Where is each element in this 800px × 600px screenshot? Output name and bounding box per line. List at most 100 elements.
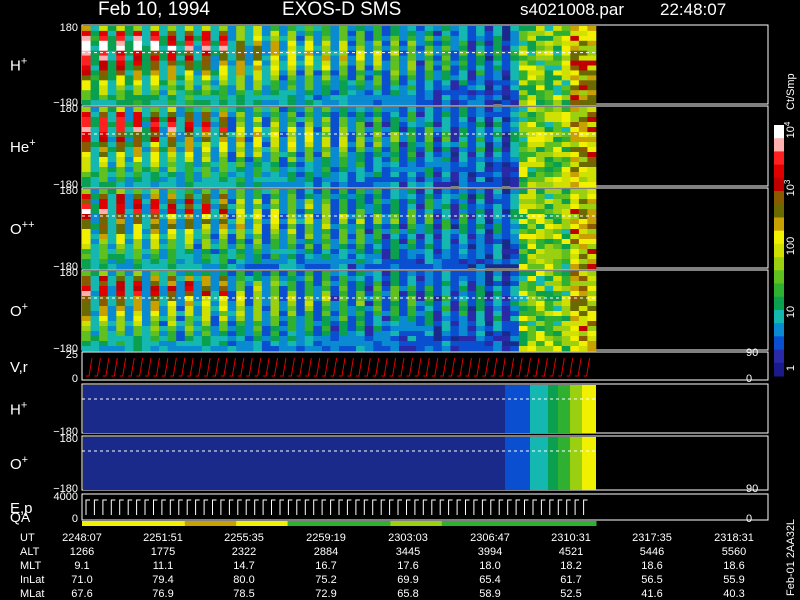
spectrogram-cell [261, 306, 271, 312]
spectrogram-cell [287, 219, 297, 225]
spectrogram-cell [253, 127, 263, 133]
spectrogram-cell [476, 80, 485, 86]
spectrogram-cell [484, 326, 494, 332]
spectrogram-cell [99, 117, 108, 123]
spectrogram-cell [107, 281, 117, 287]
panel-label-sup: + [21, 400, 27, 412]
spectrogram-cell [116, 182, 126, 188]
spectrogram-cell [330, 95, 340, 101]
spectrogram-cell [424, 117, 434, 123]
spectrogram-cell [219, 70, 228, 76]
spectrogram-cell [561, 194, 571, 200]
spectrogram-cell [82, 271, 91, 277]
spectrogram-cell [364, 204, 374, 210]
spectrogram-cell [390, 107, 400, 113]
spectrogram-cell [536, 107, 545, 113]
spectrogram-cell [518, 264, 528, 270]
spectrogram-cell [399, 100, 408, 106]
spectrogram-cell [133, 199, 143, 205]
spectrogram-cell [381, 276, 391, 282]
spectrogram-cell [536, 296, 545, 302]
spectrogram-cell [330, 291, 340, 297]
spectrogram-cell [381, 95, 391, 101]
spectrogram-cell [330, 229, 340, 235]
spectrogram-cell [287, 229, 297, 235]
spectrogram-cell [261, 244, 271, 250]
spectrogram-cell [536, 117, 545, 123]
spectrogram-cell [458, 80, 468, 86]
spectrogram-cell [441, 296, 451, 302]
spectrogram-cell [227, 65, 237, 71]
spectrogram-cell [142, 137, 151, 143]
spectrogram-cell [356, 112, 365, 118]
spectrogram-cell [287, 182, 297, 188]
spectrogram-cell [501, 194, 511, 200]
spectrogram-cell [150, 122, 160, 128]
spectrogram-cell [467, 229, 477, 235]
spectrogram-cell [184, 244, 194, 250]
spectrogram-cell [321, 276, 331, 282]
panel-6: H+−180 [10, 383, 769, 438]
spectrogram-cell [458, 321, 468, 327]
spectrogram-cell [159, 142, 168, 148]
spectrogram-cell [493, 239, 503, 245]
spectrogram-cell [142, 95, 151, 101]
spectrogram-cell [313, 35, 323, 42]
spectrogram-cell [304, 214, 314, 220]
spectrogram-cell [527, 331, 537, 337]
spectrogram-cell [476, 321, 485, 327]
spectrogram-cell [561, 204, 571, 210]
spectrogram-cell [279, 286, 288, 292]
spectrogram-cell [570, 326, 580, 332]
spectrogram-cell [90, 199, 100, 205]
spectrogram-cell [313, 331, 323, 337]
spectrogram-cell [381, 142, 391, 148]
spectrogram-cell [261, 152, 271, 158]
spectrogram-cell [501, 152, 511, 158]
spectrogram-cell [321, 291, 331, 297]
spectrogram-cell [167, 30, 177, 37]
spectrogram-cell [399, 254, 408, 260]
spectrogram-cell [296, 249, 306, 255]
spectrogram-cell [167, 264, 177, 270]
spectrogram-cell [381, 239, 391, 245]
spectrogram-cell [124, 209, 134, 215]
spectrogram-cell [193, 264, 203, 270]
spectrogram-cell [570, 271, 580, 277]
spectrogram-cell [416, 152, 425, 158]
spectrogram-cell [536, 95, 545, 101]
spectrogram-cell [184, 316, 194, 322]
spectrogram-cell [381, 60, 391, 66]
spectrogram-cell [107, 291, 117, 297]
colorbar-swatch [774, 151, 784, 166]
spectrogram-cell [553, 100, 563, 106]
spectrogram-cell [544, 194, 554, 200]
spectrogram-cell [416, 291, 425, 297]
spectrogram-cell [176, 239, 186, 245]
spectrogram-cell [167, 95, 177, 101]
spectrogram-cell [399, 122, 408, 128]
spectrogram-cell [339, 167, 348, 173]
spectrogram-cell [493, 85, 503, 91]
spectrogram-cell [364, 209, 374, 215]
spectrogram-cell [544, 40, 554, 46]
spectrogram-cell [270, 341, 280, 347]
spectrogram-cell [279, 90, 288, 96]
spectrogram-cell [116, 311, 126, 317]
spectrogram-cell [304, 264, 314, 270]
spectrogram-cell [116, 239, 126, 245]
spectrogram-cell [142, 80, 151, 86]
spectrogram-cell [321, 40, 331, 46]
spectrogram-cell [373, 316, 383, 322]
spectrogram-cell [467, 326, 477, 332]
spectrogram-cell [407, 152, 417, 158]
spectrogram-cell [287, 209, 297, 215]
spectrogram-cell [561, 259, 571, 265]
spectrogram-cell [219, 239, 228, 245]
spectrogram-cell [570, 55, 580, 61]
spectrogram-cell [544, 331, 554, 337]
spectrogram-cell [142, 234, 151, 240]
spectrogram-cell [279, 259, 288, 265]
spectrogram-cell [321, 271, 331, 277]
spectrogram-cell [578, 167, 588, 173]
